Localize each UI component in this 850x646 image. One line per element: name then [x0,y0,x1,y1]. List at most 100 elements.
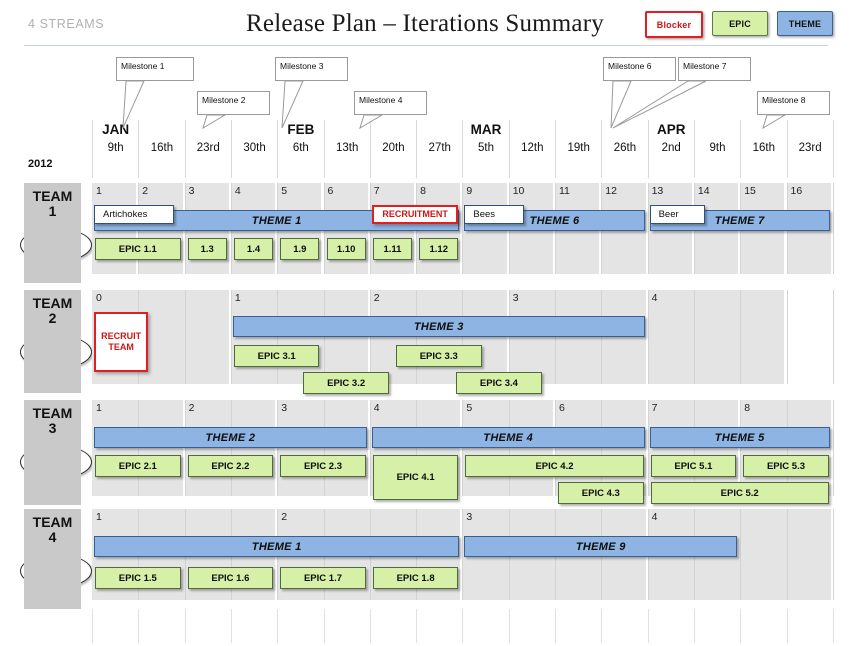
blocker-box[interactable]: RECRUITMENT [371,205,459,224]
epic-bar[interactable]: EPIC 1.5 [95,567,181,589]
epic-bar[interactable]: EPIC 5.3 [743,455,829,477]
week-gridline [369,400,371,496]
year-label: 2012 [28,158,53,170]
swimlane-team-1: TEAM 1 1 2 3 4 5 6 7 8 9 10 11 12 13 14 15 16 THEME 1 THEME… [0,183,850,283]
milestone-callout[interactable]: Milestone 6 [603,57,676,81]
legend-chip-label: Blocker [656,19,692,30]
epic-bar[interactable]: EPIC 5.1 [650,455,737,477]
theme-bar[interactable]: THEME 3 [232,316,645,337]
week-gridline-footer [416,609,418,643]
milestone-callout[interactable]: Milestone 8 [757,91,830,115]
milestone-callout[interactable]: Milestone 2 [197,91,270,115]
timeline-header: JAN 9th 16th 23rd 30th FEB 6th 13th 20th 27th MAR 5… [0,120,850,178]
epic-bar[interactable]: EPIC 4.3 [558,482,644,504]
swimlane-team-4: TEAM 4 1 2 3 4 THEME 1 THEME 9 EPIC 1.5 EPIC 1.6 E… [0,509,850,609]
epic-bar[interactable]: EPIC 3.1 [233,345,320,367]
blocker-label: RECRUITMENT [382,209,448,219]
week-gridline [740,509,742,600]
release-tag-label: Bees [473,209,496,220]
week-gridline-footer [323,609,325,643]
epic-bar[interactable]: EPIC 1.1 [95,238,181,260]
timeline-day: 30th [243,142,266,154]
timeline-column: 23rd [184,120,231,178]
epic-bar[interactable]: EPIC 3.4 [456,372,542,394]
epic-bar[interactable]: EPIC 4.1 [372,455,459,500]
iteration-cell[interactable]: 1 [230,290,370,384]
week-gridline [786,509,788,600]
milestone-callout[interactable]: Milestone 7 [678,57,751,81]
epic-bar[interactable]: EPIC 5.2 [650,482,829,504]
release-tag[interactable]: Artichokes [94,205,174,224]
milestone-callout[interactable]: Milestone 4 [354,91,427,115]
team-header-team-1[interactable]: TEAM 1 [24,183,81,283]
blocker-box[interactable]: RECRUIT TEAM [94,312,149,372]
timeline-day: 20th [382,142,405,154]
milestone-callout[interactable]: Milestone 3 [275,57,348,81]
epic-bar[interactable]: EPIC 1.6 [187,567,274,589]
week-gridline-footer [92,609,93,643]
epic-bar[interactable]: 1.12 [419,238,459,260]
team-name-line2: 2 [48,310,57,326]
epic-bar[interactable]: EPIC 2.2 [187,455,274,477]
theme-bar[interactable]: THEME 9 [464,536,738,557]
theme-bar[interactable]: THEME 2 [94,427,367,448]
epic-bar[interactable]: EPIC 2.3 [280,455,366,477]
timeline-day: 27th [428,142,451,154]
theme-bar-label: THEME 1 [251,214,302,227]
team-name-line1: TEAM [32,405,73,421]
epic-bar[interactable]: EPIC 4.2 [465,455,644,477]
iteration-number: 7 [651,402,658,414]
week-gridline-footer [462,609,464,643]
epic-bar[interactable]: EPIC 2.1 [95,455,181,477]
theme-bar[interactable]: THEME 4 [371,427,645,448]
timeline-column: 27th [416,120,462,178]
epic-bar[interactable]: 1.3 [187,238,227,260]
milestone-callout[interactable]: Milestone 1 [116,57,194,81]
epic-bar[interactable]: 1.9 [280,238,320,260]
iteration-number: 11 [559,185,570,197]
team-header-team-2[interactable]: TEAM 2 [24,290,81,393]
team-name-line2: 4 [48,529,57,545]
week-gridline-footer [369,609,371,643]
epic-bar[interactable]: 1.10 [326,238,366,260]
epic-bar[interactable]: EPIC 3.3 [395,345,482,367]
epic-bar[interactable]: EPIC 3.2 [303,372,389,394]
epic-bar-label: EPIC 3.1 [257,350,296,362]
iteration-cell[interactable]: 3 [508,290,648,384]
epic-bar-label: 1.12 [429,243,448,255]
timeline-column: 13th [323,120,370,178]
epic-bar-label: EPIC 2.3 [303,460,342,472]
epic-bar[interactable]: 1.4 [233,238,274,260]
legend-chip-blocker[interactable]: Blocker [645,11,703,38]
epic-bar[interactable]: EPIC 1.7 [280,567,366,589]
theme-bar[interactable]: THEME 1 [94,536,460,557]
iteration-cell[interactable]: 4 [647,290,787,384]
team-header-team-3[interactable]: TEAM 3 [24,400,81,505]
theme-bar[interactable]: THEME 5 [649,427,830,448]
epic-bar[interactable]: EPIC 1.8 [372,567,459,589]
epic-bar-label: EPIC 1.7 [303,572,342,584]
release-tag[interactable]: Bees [464,205,525,224]
iteration-number: 16 [790,185,803,197]
legend-chip-theme[interactable]: THEME [777,11,833,36]
week-gridline [230,400,232,496]
timeline-day: 23rd [196,142,220,154]
iteration-number: 8 [420,185,426,197]
week-gridline [277,400,279,496]
iteration-cell[interactable]: 2 [369,290,509,384]
epic-bar-label: EPIC 4.2 [535,460,574,472]
release-tag-label: Artichokes [103,209,148,220]
milestone-label: Milestone 4 [359,95,403,105]
timeline-day: 16th [150,142,174,154]
epic-bar-label: EPIC 3.2 [327,377,366,389]
milestone-label: Milestone 6 [608,61,652,71]
milestone-label: Milestone 8 [762,95,806,105]
team-header-team-4[interactable]: TEAM 4 [24,509,81,609]
release-tag[interactable]: Beer [649,205,705,224]
epic-bar-label: EPIC 4.1 [396,472,435,483]
team-name: TEAM 1 [24,189,81,219]
legend-chip-epic[interactable]: EPIC [712,11,768,36]
timeline-column: JAN 9th [92,120,138,178]
epic-bar[interactable]: 1.11 [372,238,413,260]
timeline-column: 12th [508,120,555,178]
